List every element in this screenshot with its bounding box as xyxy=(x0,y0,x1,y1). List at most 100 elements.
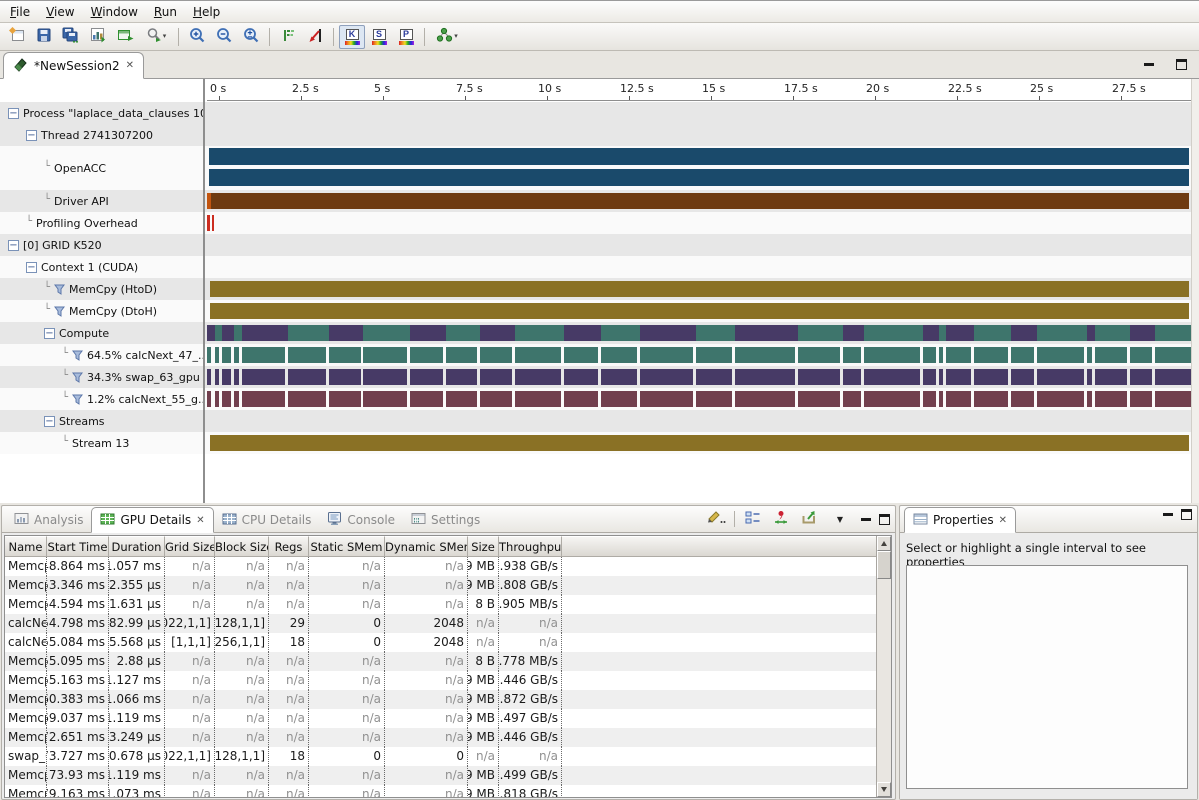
timeline-interval[interactable] xyxy=(222,369,231,385)
timeline-interval[interactable] xyxy=(939,391,943,407)
timeline-interval[interactable] xyxy=(207,325,215,341)
timeline-interval[interactable] xyxy=(515,391,561,407)
table-row[interactable]: Memcp148.864 ms1.057 msn/an/an/an/an/a9 … xyxy=(5,557,876,576)
minimize-icon[interactable] xyxy=(861,518,871,521)
timeline-interval[interactable] xyxy=(923,325,939,341)
export-profile-button[interactable] xyxy=(85,25,111,49)
show-summary-button[interactable] xyxy=(743,509,763,529)
tab-console[interactable]: Console xyxy=(319,508,403,532)
tab-settings[interactable]: Settings xyxy=(403,508,488,532)
new-session-button[interactable] xyxy=(4,25,30,49)
maximize-icon[interactable] xyxy=(879,514,890,525)
timeline-interval[interactable] xyxy=(564,391,597,407)
timeline-interval[interactable] xyxy=(207,369,211,385)
timeline-interval[interactable] xyxy=(1095,325,1130,341)
timeline-row-label[interactable]: −Process "laplace_data_clauses 10... xyxy=(0,102,203,124)
timeline-interval[interactable] xyxy=(207,347,211,363)
timeline-interval[interactable] xyxy=(564,325,600,341)
tab-properties[interactable]: Properties ✕ xyxy=(904,507,1016,533)
save-button[interactable] xyxy=(31,25,57,49)
column-header-throughput[interactable]: Throughput xyxy=(499,536,562,557)
timeline-interval[interactable] xyxy=(696,325,735,341)
timeline-interval[interactable] xyxy=(480,347,512,363)
timeline-row-label[interactable]: └64.5% calcNext_47_... xyxy=(0,344,203,366)
timeline-interval[interactable] xyxy=(288,391,326,407)
table-row[interactable]: swap_6173.727 ms60.678 µs[1022,1,1][128,… xyxy=(5,747,876,766)
table-row[interactable]: calcNe154.798 ms282.99 µs[1022,1,1][128,… xyxy=(5,614,876,633)
timeline-interval[interactable] xyxy=(329,347,360,363)
search-button[interactable]: ▾ xyxy=(139,25,173,49)
timeline-interval[interactable] xyxy=(735,391,795,407)
timeline-interval[interactable] xyxy=(410,369,443,385)
timeline-interval[interactable] xyxy=(923,347,936,363)
filter-funnel-icon[interactable] xyxy=(72,372,83,383)
timeline-interval[interactable] xyxy=(1087,347,1092,363)
tree-collapse-toggle[interactable]: − xyxy=(26,130,37,141)
table-vertical-scrollbar[interactable] xyxy=(876,536,891,797)
timeline-interval[interactable] xyxy=(222,325,234,341)
focus-timeline-button[interactable] xyxy=(771,509,791,529)
menu-view[interactable]: View xyxy=(38,2,82,22)
timeline-interval[interactable] xyxy=(234,325,243,341)
timeline-interval[interactable] xyxy=(1155,391,1191,407)
scroll-up-button[interactable] xyxy=(877,536,891,551)
timeline-interval[interactable] xyxy=(242,325,287,341)
timeline-interval[interactable] xyxy=(564,347,597,363)
timeline-interval[interactable] xyxy=(864,325,923,341)
timeline-interval[interactable] xyxy=(363,347,406,363)
table-row[interactable]: Memcp173.93 ms1.119 msn/an/an/an/an/a9 M… xyxy=(5,766,876,785)
tree-collapse-toggle[interactable]: − xyxy=(26,262,37,273)
scrollbar-thumb[interactable] xyxy=(877,551,891,579)
timeline-interval[interactable] xyxy=(601,391,637,407)
timeline-interval[interactable] xyxy=(601,347,637,363)
timeline-interval[interactable] xyxy=(1087,325,1095,341)
menu-run[interactable]: Run xyxy=(146,2,185,22)
timeline-interval[interactable] xyxy=(210,303,1189,319)
timeline-interval[interactable] xyxy=(1087,369,1092,385)
timeline-interval[interactable] xyxy=(864,347,920,363)
timeline-interval[interactable] xyxy=(1037,369,1084,385)
tree-collapse-toggle[interactable]: − xyxy=(44,416,55,427)
timeline-interval[interactable] xyxy=(735,369,795,385)
maximize-icon[interactable] xyxy=(1176,59,1187,70)
timeline-interval[interactable] xyxy=(215,369,219,385)
timeline-interval[interactable] xyxy=(329,391,360,407)
timeline-interval[interactable] xyxy=(1095,347,1127,363)
timeline-interval[interactable] xyxy=(446,347,477,363)
menu-help[interactable]: Help xyxy=(185,2,228,22)
timeline-interval[interactable] xyxy=(974,347,1008,363)
timeline-interval[interactable] xyxy=(640,369,693,385)
timeline-interval[interactable] xyxy=(288,325,329,341)
timeline-interval[interactable] xyxy=(234,369,240,385)
timeline-interval[interactable] xyxy=(640,391,693,407)
marker-ruler-button[interactable] xyxy=(275,25,301,49)
timeline-right-scrollbar[interactable] xyxy=(1191,79,1199,503)
timeline-interval[interactable] xyxy=(410,325,446,341)
timeline-interval[interactable] xyxy=(798,325,842,341)
minimize-icon[interactable] xyxy=(1163,513,1173,516)
timeline-interval[interactable] xyxy=(798,347,839,363)
timeline-interval[interactable] xyxy=(515,325,564,341)
timeline-interval[interactable] xyxy=(363,391,406,407)
timeline-interval[interactable] xyxy=(696,347,732,363)
tab-gpu-details[interactable]: GPU Details ✕ xyxy=(91,507,213,533)
timeline-interval[interactable] xyxy=(864,369,920,385)
column-header-grid-size[interactable]: Grid Size xyxy=(165,536,215,557)
timeline-interval[interactable] xyxy=(946,347,971,363)
timeline-interval[interactable] xyxy=(515,369,561,385)
timeline-interval[interactable] xyxy=(446,391,477,407)
timeline-interval[interactable] xyxy=(696,391,732,407)
timeline-interval[interactable] xyxy=(843,391,862,407)
timeline-interval[interactable] xyxy=(1011,347,1034,363)
timeline-interval[interactable] xyxy=(939,369,943,385)
timeline-interval[interactable] xyxy=(1130,347,1152,363)
timeline-row-label[interactable]: └Driver API xyxy=(0,190,203,212)
timeline-row-label[interactable]: └Stream 13 xyxy=(0,432,203,454)
table-row[interactable]: calcNe155.084 ms5.568 µs[1,1,1][256,1,1]… xyxy=(5,633,876,652)
column-header-start-time[interactable]: Start Time xyxy=(47,536,109,557)
timeline-row-label[interactable]: −Context 1 (CUDA) xyxy=(0,256,203,278)
timeline-interval[interactable] xyxy=(1095,369,1127,385)
timeline-interval[interactable] xyxy=(735,347,795,363)
timeline-interval[interactable] xyxy=(1155,347,1191,363)
timeline-interval[interactable] xyxy=(234,347,240,363)
